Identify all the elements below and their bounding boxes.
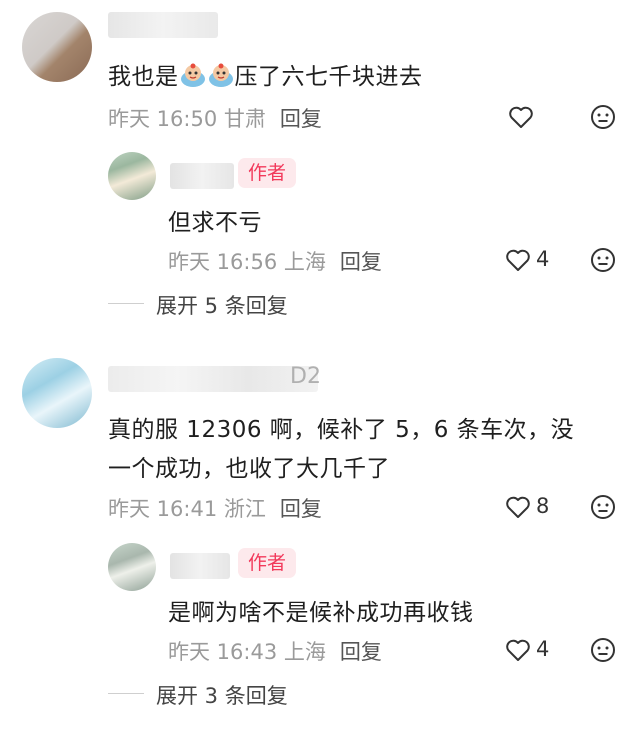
comment-meta: 昨天 16:50 甘肃 回复	[108, 103, 322, 133]
reply-button[interactable]: 回复	[340, 250, 382, 274]
comment-time-location: 昨天 16:43 上海	[168, 640, 326, 664]
comment-text-line: 真的服 12306 啊，候补了 5，6 条车次，没	[108, 417, 575, 443]
tearful-cake-emoji-icon	[180, 63, 205, 87]
avatar[interactable]	[108, 152, 156, 200]
divider	[108, 303, 144, 304]
dislike-face-icon[interactable]	[590, 494, 616, 520]
comment-text-line: 一个成功，也收了大几千了	[108, 456, 390, 482]
comment-text-before: 我也是	[108, 64, 179, 90]
like-count: 4	[536, 637, 550, 661]
username-blurred[interactable]	[170, 553, 230, 579]
heart-icon[interactable]	[508, 105, 534, 129]
comment-text: 但求不亏	[168, 210, 262, 236]
expand-replies-button[interactable]: 展开 3 条回复	[156, 680, 288, 710]
comment-text-after: 压了六七千块进去	[234, 64, 423, 90]
reply-button[interactable]: 回复	[280, 497, 322, 521]
dislike-face-icon[interactable]	[590, 104, 616, 130]
comment-text: 是啊为啥不是候补成功再收钱	[168, 600, 474, 626]
comment-meta: 昨天 16:41 浙江 回复	[108, 493, 322, 523]
comment-meta: 昨天 16:43 上海 回复	[168, 636, 382, 666]
reply-button[interactable]: 回复	[340, 640, 382, 664]
username-visible-part: D2	[290, 364, 321, 389]
author-badge: 作者	[238, 548, 297, 578]
username-blurred[interactable]	[170, 163, 234, 189]
avatar[interactable]	[22, 12, 92, 82]
comment-text: 我也是 压了六七千块进去	[108, 57, 423, 91]
heart-icon[interactable]	[505, 248, 531, 272]
avatar[interactable]	[22, 358, 92, 428]
comment-meta: 昨天 16:56 上海 回复	[168, 246, 382, 276]
like-count: 8	[536, 494, 550, 518]
comment-time-location: 昨天 16:56 上海	[168, 250, 326, 274]
dislike-face-icon[interactable]	[590, 247, 616, 273]
avatar[interactable]	[108, 543, 156, 591]
heart-icon[interactable]	[505, 638, 531, 662]
divider	[108, 693, 144, 694]
heart-icon[interactable]	[505, 495, 531, 519]
author-badge: 作者	[238, 158, 297, 188]
comment-time-location: 昨天 16:41 浙江	[108, 497, 266, 521]
expand-replies-button[interactable]: 展开 5 条回复	[156, 290, 288, 320]
username-blurred[interactable]	[108, 12, 218, 38]
username-blurred[interactable]	[108, 366, 318, 392]
like-count: 4	[536, 247, 550, 271]
reply-button[interactable]: 回复	[280, 107, 322, 131]
comment-time-location: 昨天 16:50 甘肃	[108, 107, 266, 131]
tearful-cake-emoji-icon	[208, 63, 233, 87]
dislike-face-icon[interactable]	[590, 637, 616, 663]
